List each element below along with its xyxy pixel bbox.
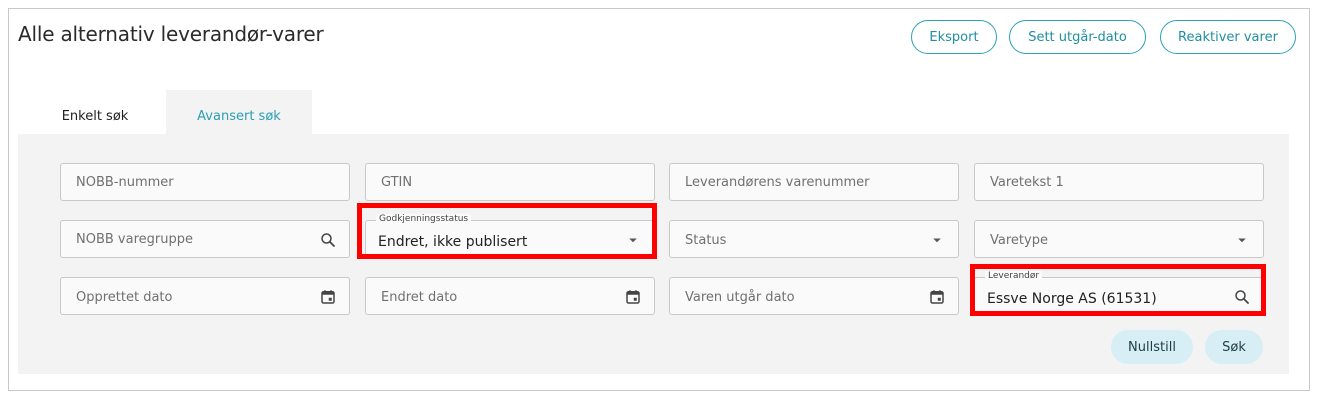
chevron-down-icon[interactable] <box>1233 231 1251 249</box>
expiry-date-field[interactable]: Varen utgår dato <box>669 277 959 315</box>
nobb-number-field[interactable]: NOBB-nummer <box>60 163 350 201</box>
status-placeholder: Status <box>685 233 727 248</box>
item-type-select[interactable]: Varetype <box>974 220 1264 258</box>
supplier-item-number-placeholder: Leverandørens varenummer <box>685 175 870 190</box>
gtin-field[interactable]: GTIN <box>365 163 655 201</box>
item-text-field[interactable]: Varetekst 1 <box>974 163 1264 201</box>
approval-status-highlight <box>357 203 657 259</box>
calendar-icon[interactable] <box>624 288 642 306</box>
calendar-icon[interactable] <box>319 288 337 306</box>
supplier-highlight <box>970 264 1266 316</box>
chevron-down-icon[interactable] <box>928 231 946 249</box>
export-button[interactable]: Eksport <box>911 20 997 54</box>
expiry-date-placeholder: Varen utgår dato <box>685 290 795 305</box>
tab-simple-search[interactable]: Enkelt søk <box>45 90 145 142</box>
supplier-item-number-field[interactable]: Leverandørens varenummer <box>669 163 959 201</box>
search-button[interactable]: Søk <box>1205 330 1263 364</box>
item-type-placeholder: Varetype <box>990 233 1048 248</box>
page-title: Alle alternativ leverandør-varer <box>18 22 324 46</box>
gtin-placeholder: GTIN <box>381 175 413 190</box>
tab-advanced-search[interactable]: Avansert søk <box>166 90 312 142</box>
changed-date-placeholder: Endret dato <box>381 290 458 305</box>
changed-date-field[interactable]: Endret dato <box>365 277 655 315</box>
nobb-item-group-placeholder: NOBB varegruppe <box>76 232 193 247</box>
created-date-placeholder: Opprettet dato <box>76 290 173 305</box>
reactivate-items-button[interactable]: Reaktiver varer <box>1160 20 1296 54</box>
nobb-number-placeholder: NOBB-nummer <box>76 175 174 190</box>
item-text-placeholder: Varetekst 1 <box>990 175 1064 190</box>
calendar-icon[interactable] <box>928 288 946 306</box>
created-date-field[interactable]: Opprettet dato <box>60 277 350 315</box>
set-expiry-date-button[interactable]: Sett utgår-dato <box>1009 20 1146 54</box>
status-select[interactable]: Status <box>669 220 959 258</box>
nobb-item-group-field[interactable]: NOBB varegruppe <box>60 220 350 258</box>
search-icon[interactable] <box>319 231 337 249</box>
reset-button[interactable]: Nullstill <box>1111 330 1193 364</box>
